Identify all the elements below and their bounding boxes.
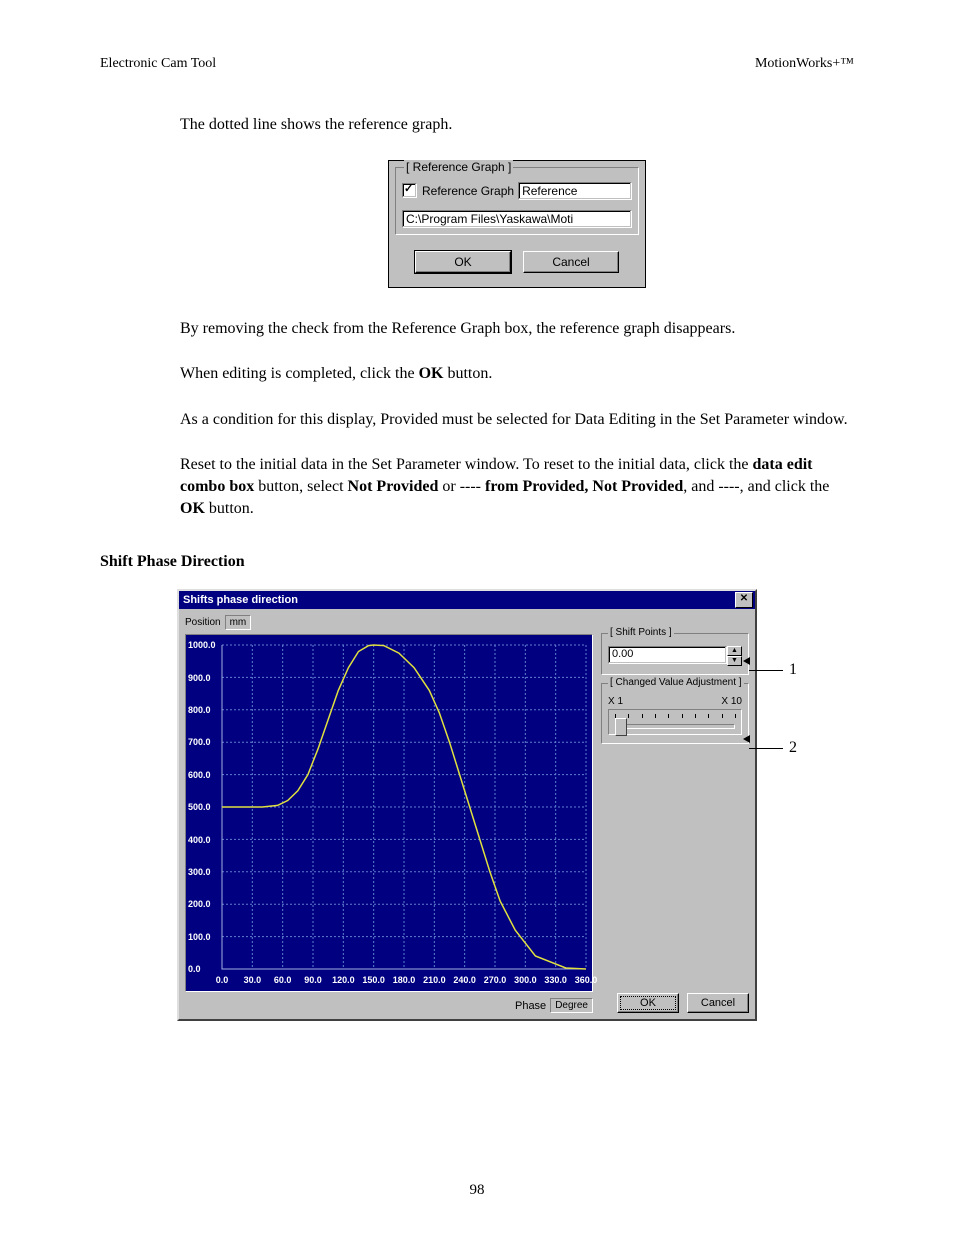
ok-button[interactable]: OK (415, 251, 511, 273)
page-number: 98 (0, 1182, 954, 1199)
phase-chart: 0.0100.0200.0300.0400.0500.0600.0700.080… (185, 634, 593, 992)
section-heading: Shift Phase Direction (100, 553, 854, 571)
shift-points-title: [ Shift Points ] (608, 627, 674, 638)
shift-phase-dialog: Shifts phase direction ✕ Position mm 0.0… (177, 589, 757, 1021)
intro-paragraph: The dotted line shows the reference grap… (180, 114, 854, 136)
reference-graph-checkbox[interactable]: ✓ (402, 183, 417, 198)
slider-thumb-icon[interactable] (615, 718, 627, 736)
header-right: MotionWorks+™ (755, 56, 854, 72)
y-axis-unit: mm (225, 615, 252, 630)
arrow-left-icon (743, 657, 750, 665)
x-axis-unit: Degree (550, 998, 593, 1013)
cancel-button[interactable]: Cancel (523, 251, 619, 273)
adj-max-label: X 10 (721, 696, 742, 707)
adj-min-label: X 1 (608, 696, 623, 707)
reference-graph-dialog: [ Reference Graph ] ✓ Reference Graph Re… (388, 160, 646, 288)
spin-down-icon[interactable]: ▼ (727, 656, 742, 666)
reference-path-input[interactable]: C:\Program Files\Yaskawa\Moti (402, 210, 632, 228)
cancel-button[interactable]: Cancel (687, 993, 749, 1013)
paragraph-3: When editing is completed, click the OK … (180, 363, 854, 385)
spin-up-icon[interactable]: ▲ (727, 646, 742, 656)
ok-button[interactable]: OK (617, 993, 679, 1013)
dialog-title: Shifts phase direction (183, 594, 298, 606)
reference-graph-group-title: [ Reference Graph ] (404, 160, 513, 174)
adjustment-slider[interactable] (608, 709, 742, 735)
reference-graph-checkbox-label: Reference Graph (422, 184, 514, 198)
paragraph-2: By removing the check from the Reference… (180, 318, 854, 340)
reference-name-input[interactable]: Reference (518, 182, 632, 200)
close-icon[interactable]: ✕ (735, 592, 753, 608)
value-adjustment-group: [ Changed Value Adjustment ] X 1 X 10 (601, 683, 749, 744)
value-adjustment-title: [ Changed Value Adjustment ] (608, 677, 744, 688)
x-axis-label: Phase (515, 1000, 546, 1012)
arrow-left-icon (743, 735, 750, 743)
paragraph-5: Reset to the initial data in the Set Par… (180, 454, 854, 519)
paragraph-4: As a condition for this display, Provide… (180, 409, 854, 431)
header-left: Electronic Cam Tool (100, 56, 216, 72)
y-axis-label: Position (185, 617, 221, 628)
check-icon: ✓ (404, 183, 413, 196)
shift-points-input[interactable]: 0.00 (608, 646, 727, 664)
callout-1: 1 (789, 661, 797, 679)
callout-2: 2 (789, 739, 797, 757)
shift-points-group: [ Shift Points ] 0.00 ▲ ▼ (601, 633, 749, 675)
